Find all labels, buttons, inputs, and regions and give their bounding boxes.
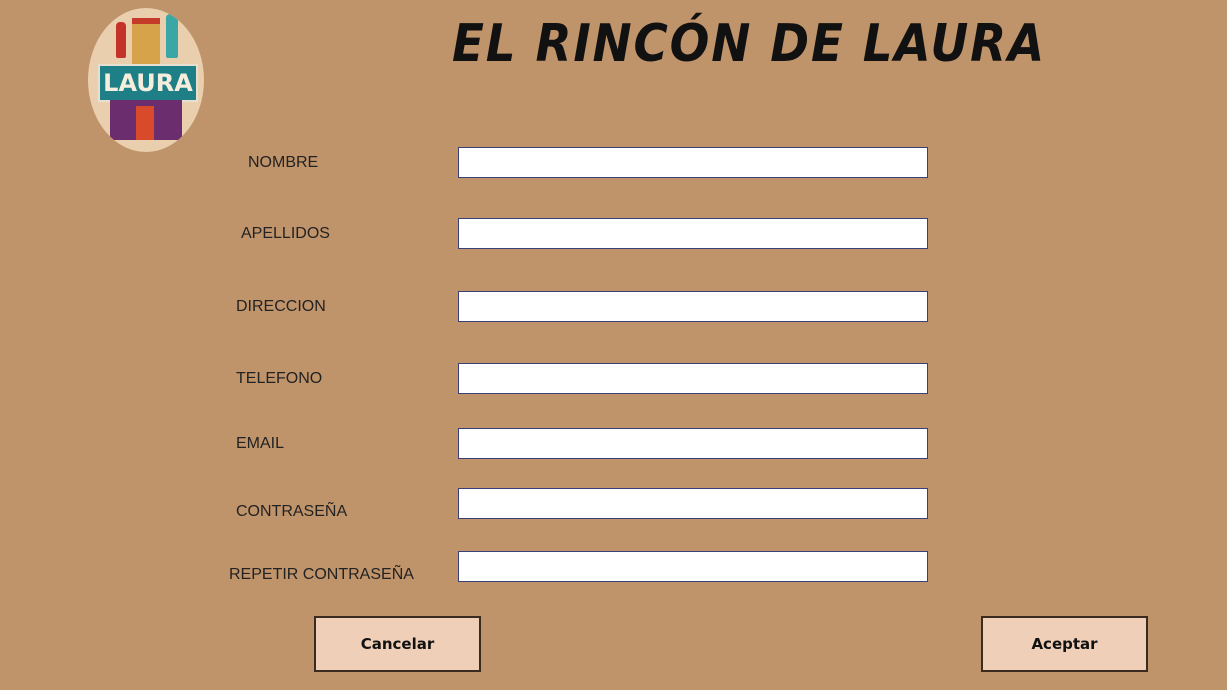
logo-sign: LAURA (98, 64, 198, 102)
telefono-input[interactable] (458, 363, 928, 394)
direccion-input[interactable] (458, 291, 928, 322)
contrasena-input[interactable] (458, 488, 928, 519)
page-title: EL RINCÓN DE LAURA (452, 14, 1046, 74)
apellidos-input[interactable] (458, 218, 928, 249)
repetir-contrasena-input[interactable] (458, 551, 928, 582)
cancel-button[interactable]: Cancelar (314, 616, 481, 672)
label-nombre: NOMBRE (248, 154, 319, 171)
label-telefono: TELEFONO (236, 370, 323, 387)
logo-door (136, 106, 154, 140)
label-direccion: DIRECCION (236, 298, 326, 315)
label-email: EMAIL (236, 435, 285, 452)
logo: LAURA (88, 8, 204, 152)
accept-button[interactable]: Aceptar (981, 616, 1148, 672)
email-input[interactable] (458, 428, 928, 459)
label-contrasena: CONTRASEÑA (236, 503, 348, 520)
logo-tower (132, 18, 160, 68)
nombre-input[interactable] (458, 147, 928, 178)
logo-bottle (116, 22, 126, 58)
label-apellidos: APELLIDOS (241, 225, 330, 242)
logo-bottle (166, 14, 178, 58)
label-repetir-contrasena: REPETIR CONTRASEÑA (229, 566, 414, 583)
